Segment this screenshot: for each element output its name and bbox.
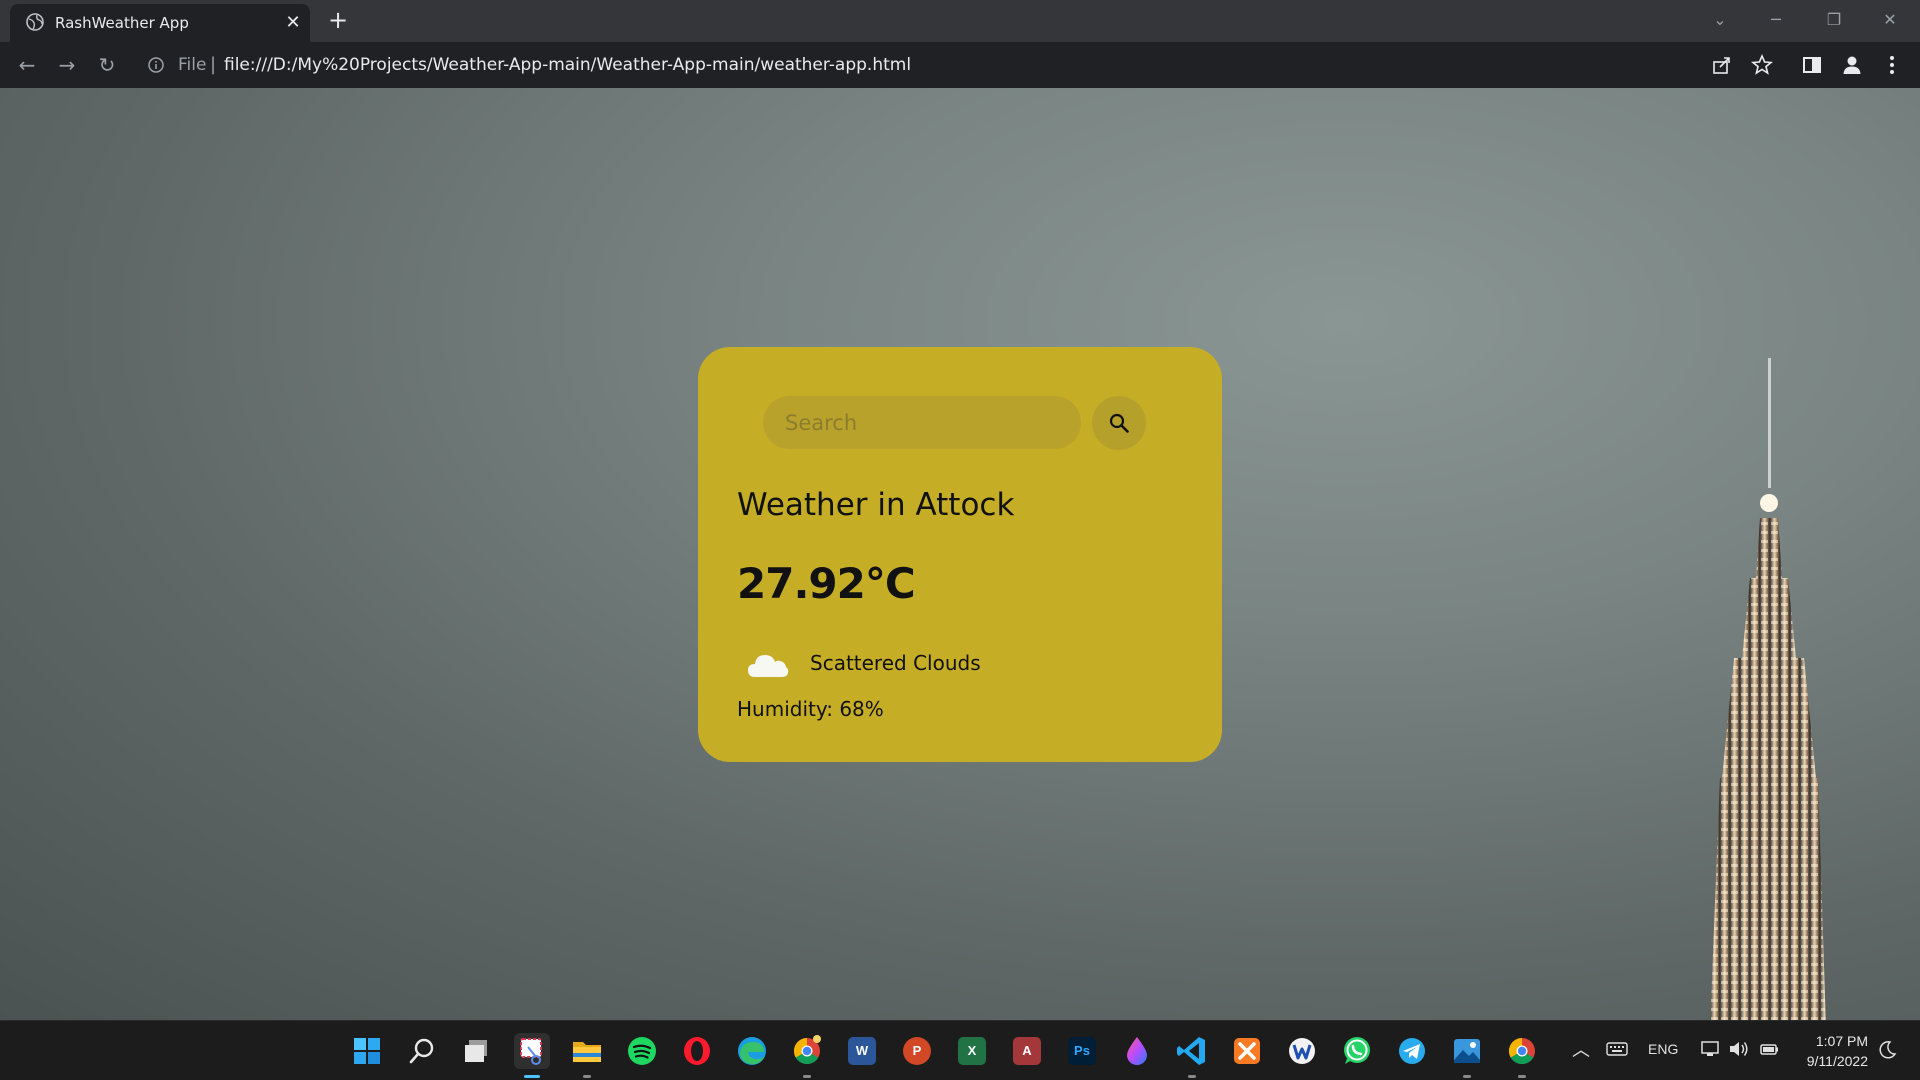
side-panel-icon[interactable] xyxy=(1800,53,1824,77)
photoshop-icon: Ps xyxy=(1068,1037,1096,1065)
touch-keyboard-icon[interactable] xyxy=(1606,1041,1628,1057)
profile-icon[interactable] xyxy=(1840,53,1864,77)
droplet-icon xyxy=(1127,1037,1147,1065)
network-icon[interactable] xyxy=(1700,1039,1722,1059)
new-tab-button[interactable]: + xyxy=(326,8,350,33)
background-tower-image xyxy=(1710,358,1826,1020)
search-icon xyxy=(409,1038,434,1064)
taskbar-app-excel[interactable]: X xyxy=(954,1033,990,1069)
task-view-button[interactable] xyxy=(459,1033,495,1069)
humidity-label: Humidity: 68% xyxy=(737,697,884,721)
share-icon[interactable] xyxy=(1710,53,1734,77)
excel-icon: X xyxy=(958,1037,986,1065)
taskbar-app-photos[interactable] xyxy=(1449,1033,1485,1078)
running-indicator xyxy=(1188,1075,1196,1078)
close-window-button[interactable]: ✕ xyxy=(1870,6,1910,34)
page-viewport: Weather in Attock 27.92°C Scattered Clou… xyxy=(0,88,1920,1020)
task-view-icon xyxy=(465,1040,487,1062)
spotify-icon xyxy=(628,1037,656,1065)
whatsapp-icon xyxy=(1344,1037,1370,1064)
xampp-icon xyxy=(1234,1038,1260,1064)
taskbar-app-xampp[interactable] xyxy=(1229,1033,1265,1069)
taskbar-app-vscode[interactable] xyxy=(1174,1033,1210,1078)
word-icon: W xyxy=(848,1037,876,1065)
weather-card: Weather in Attock 27.92°C Scattered Clou… xyxy=(698,347,1222,762)
taskbar-app-powerpoint[interactable]: P xyxy=(899,1033,935,1069)
access-icon: A xyxy=(1013,1037,1041,1065)
taskbar-app-snipping-tool[interactable] xyxy=(514,1033,550,1078)
url-text[interactable]: file:///D:/My%20Projects/Weather-App-mai… xyxy=(224,55,911,75)
active-indicator xyxy=(524,1075,540,1078)
edge-icon xyxy=(738,1037,766,1065)
taskbar-app-chrome[interactable] xyxy=(1504,1033,1540,1078)
browser-toolbar: ← → ↻ File | file:///D:/My%20Projects/We… xyxy=(0,42,1920,88)
taskbar-app-file-explorer[interactable] xyxy=(569,1033,605,1078)
taskbar-app-access[interactable]: A xyxy=(1009,1033,1045,1069)
w-circle-icon xyxy=(1289,1038,1315,1064)
tab-search-chevron-icon[interactable]: ⌄ xyxy=(1700,6,1740,34)
snipping-tool-icon xyxy=(520,1038,542,1065)
bookmark-star-icon[interactable] xyxy=(1750,53,1774,77)
chrome-icon xyxy=(1508,1037,1535,1065)
taskbar-app-photoshop[interactable]: Ps xyxy=(1064,1033,1100,1069)
taskbar-app-edge[interactable] xyxy=(734,1033,770,1069)
folder-icon xyxy=(573,1042,601,1062)
reload-button[interactable]: ↻ xyxy=(93,51,121,79)
opera-icon xyxy=(684,1037,710,1065)
scheme-label: File xyxy=(178,55,207,75)
taskbar-search-button[interactable] xyxy=(404,1033,440,1069)
search-icon xyxy=(1109,413,1129,433)
language-indicator[interactable]: ENG xyxy=(1648,1041,1678,1057)
tab-title: RashWeather App xyxy=(55,14,189,32)
start-button[interactable] xyxy=(349,1033,385,1069)
windows-icon xyxy=(354,1038,380,1064)
restore-button[interactable]: ❐ xyxy=(1814,6,1854,34)
running-indicator xyxy=(1463,1075,1471,1078)
info-icon[interactable] xyxy=(148,57,164,73)
cloud-icon xyxy=(748,655,789,677)
running-indicator xyxy=(1518,1075,1526,1078)
city-heading: Weather in Attock xyxy=(737,487,1015,523)
address-bar[interactable]: File | file:///D:/My%20Projects/Weather-… xyxy=(136,48,1744,82)
volume-icon[interactable] xyxy=(1728,1039,1750,1059)
tab-strip: RashWeather App ✕ + ⌄ ─ ❐ ✕ xyxy=(0,0,1920,42)
clock-time: 1:07 PM xyxy=(1815,1033,1868,1049)
powerpoint-icon: P xyxy=(903,1037,931,1065)
photos-icon xyxy=(1454,1039,1480,1063)
tray-overflow-chevron-icon[interactable]: ︿ xyxy=(1572,1036,1590,1062)
back-button[interactable]: ← xyxy=(13,51,41,79)
taskbar-app-w[interactable] xyxy=(1284,1033,1320,1069)
chrome-canary-icon xyxy=(793,1035,821,1065)
vscode-icon xyxy=(1177,1037,1205,1065)
taskbar-app-whatsapp[interactable] xyxy=(1339,1033,1375,1069)
taskbar-app-word[interactable]: W xyxy=(844,1033,880,1069)
search-button[interactable] xyxy=(1092,396,1146,450)
taskbar-clock[interactable]: 1:07 PM 9/11/2022 xyxy=(1796,1031,1868,1071)
forward-button[interactable]: → xyxy=(53,51,81,79)
weather-description: Scattered Clouds xyxy=(810,651,981,675)
taskbar-app-telegram[interactable] xyxy=(1394,1033,1430,1069)
taskbar-app-spotify[interactable] xyxy=(624,1033,660,1069)
running-indicator xyxy=(583,1075,591,1078)
minimize-button[interactable]: ─ xyxy=(1756,6,1796,34)
search-input[interactable] xyxy=(763,396,1081,449)
tab-close-icon[interactable]: ✕ xyxy=(282,12,304,34)
taskbar-app-opera[interactable] xyxy=(679,1033,715,1069)
taskbar-app-chrome-canary[interactable] xyxy=(789,1033,825,1078)
notifications-moon-icon[interactable] xyxy=(1876,1039,1898,1061)
clock-date: 9/11/2022 xyxy=(1806,1053,1868,1069)
battery-icon[interactable] xyxy=(1758,1039,1780,1059)
taskbar: W P X A Ps ︿ ENG 1:07 PM 9/11/2022 xyxy=(0,1020,1920,1080)
tab-rashweather[interactable]: RashWeather App ✕ xyxy=(10,4,310,42)
menu-kebab-icon[interactable] xyxy=(1880,53,1904,77)
running-indicator xyxy=(803,1075,811,1078)
globe-icon xyxy=(26,13,44,31)
temperature-value: 27.92°C xyxy=(737,559,916,608)
scheme-divider: | xyxy=(210,54,217,75)
taskbar-app-droplet[interactable] xyxy=(1119,1033,1155,1069)
telegram-icon xyxy=(1399,1038,1425,1064)
